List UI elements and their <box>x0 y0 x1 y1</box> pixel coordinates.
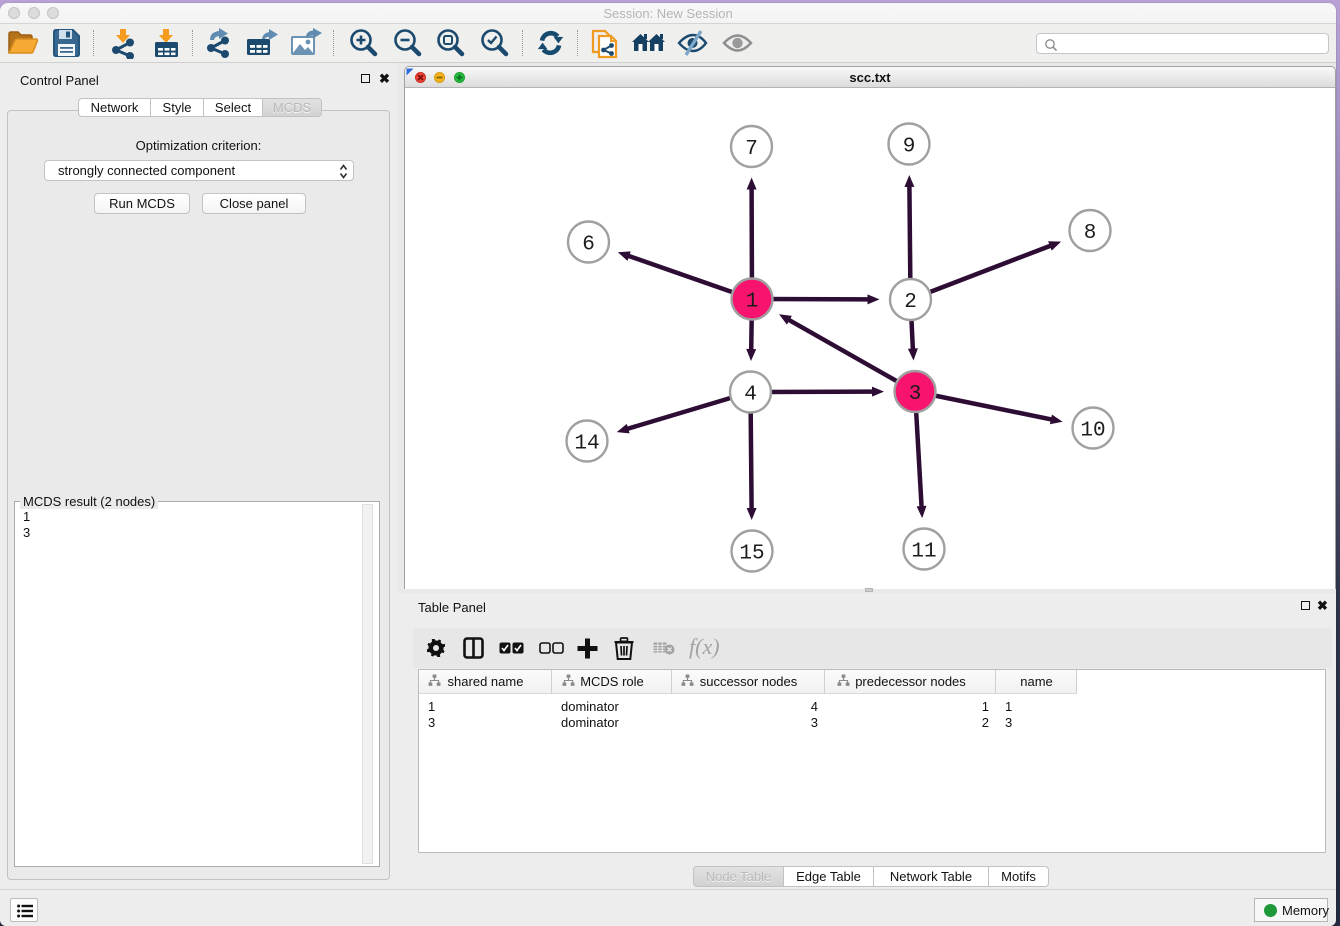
svg-text:1: 1 <box>746 291 759 314</box>
svg-text:2: 2 <box>904 291 917 314</box>
svg-text:14: 14 <box>574 433 599 456</box>
svg-text:8: 8 <box>1084 222 1097 245</box>
svg-text:15: 15 <box>739 543 764 566</box>
svg-text:3: 3 <box>909 383 922 406</box>
svg-text:7: 7 <box>745 138 758 161</box>
svg-text:10: 10 <box>1080 420 1105 443</box>
svg-text:11: 11 <box>911 541 936 564</box>
svg-text:4: 4 <box>744 384 757 407</box>
svg-text:9: 9 <box>903 136 916 159</box>
svg-text:6: 6 <box>582 234 595 257</box>
